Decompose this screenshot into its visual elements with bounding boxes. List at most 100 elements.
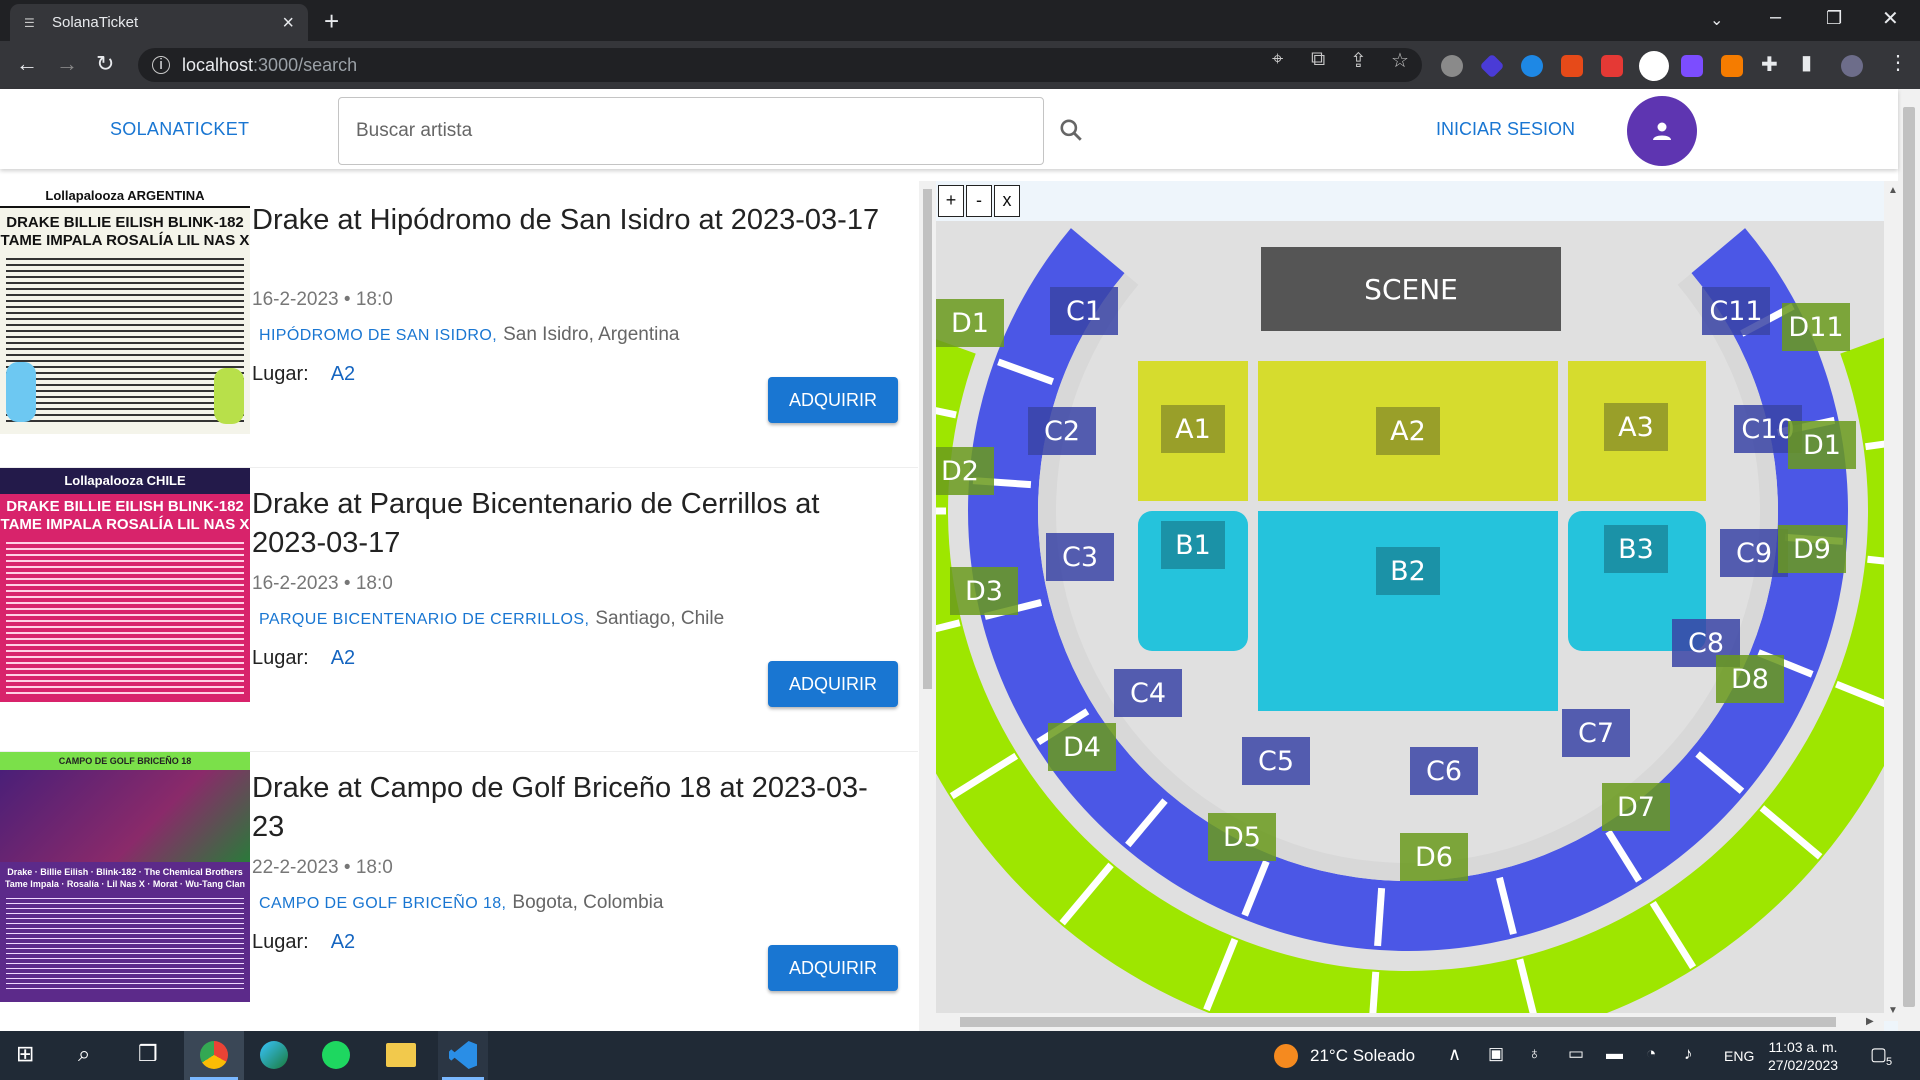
- file-explorer-icon[interactable]: [386, 1043, 416, 1067]
- label-c6[interactable]: C6: [1410, 747, 1478, 795]
- forward-icon[interactable]: →: [56, 51, 78, 77]
- site-info-icon[interactable]: i: [152, 56, 170, 74]
- zoom-in-button[interactable]: +: [938, 185, 964, 217]
- bookmark-star-icon[interactable]: ☆: [1391, 48, 1409, 73]
- restore-icon[interactable]: ❐: [1826, 8, 1842, 29]
- extension-2-icon[interactable]: [1479, 53, 1505, 79]
- label-c9[interactable]: C9: [1720, 529, 1788, 577]
- reload-icon[interactable]: ↻: [96, 51, 114, 77]
- share-icon[interactable]: ⇪: [1350, 48, 1367, 73]
- venue-map[interactable]: SCENE A1 A2 A3 B1 B2 B3 C1 C2 C3 C4 C5 C6 C7 C8 C9 C10 C…: [936, 181, 1884, 1013]
- address-bar[interactable]: i localhost:3000/search: [138, 48, 1422, 82]
- label-b3[interactable]: B3: [1604, 525, 1668, 573]
- user-avatar-button[interactable]: [1627, 96, 1697, 166]
- search-icon[interactable]: [1058, 117, 1084, 143]
- translate-icon[interactable]: ⧉: [1311, 48, 1325, 71]
- results-scrollbar[interactable]: [919, 181, 936, 1031]
- label-c5[interactable]: C5: [1242, 737, 1310, 785]
- metamask-icon[interactable]: [1721, 55, 1743, 77]
- extension-1-icon[interactable]: [1441, 55, 1463, 77]
- buy-button[interactable]: ADQUIRIR: [768, 945, 898, 991]
- scroll-up-arrow-icon[interactable]: ▲: [1888, 185, 1898, 196]
- tray-chevron-icon[interactable]: ∧: [1448, 1044, 1461, 1065]
- wifi-icon[interactable]: ◔: [1646, 1044, 1656, 1064]
- edge-icon[interactable]: [260, 1041, 288, 1069]
- extension-7-icon[interactable]: [1681, 55, 1703, 77]
- event-poster-image[interactable]: Lollapalooza CHILE DRAKE BILLIE EILISH B…: [0, 468, 250, 718]
- extension-3-icon[interactable]: [1521, 55, 1543, 77]
- event-title[interactable]: Drake at Campo de Golf Briceño 18 at 202…: [252, 769, 892, 847]
- volume-icon[interactable]: ♪: [1684, 1044, 1693, 1064]
- label-c2[interactable]: C2: [1028, 407, 1096, 455]
- label-a1[interactable]: A1: [1161, 405, 1225, 453]
- artist-search-input[interactable]: [339, 98, 1043, 164]
- chrome-taskbar-button[interactable]: [184, 1031, 244, 1080]
- window-close-icon[interactable]: ✕: [1882, 6, 1899, 31]
- login-button[interactable]: INICIAR SESION: [1436, 119, 1575, 140]
- weather-sun-icon[interactable]: [1274, 1044, 1298, 1068]
- event-venue[interactable]: HIPÓDROMO DE SAN ISIDRO,: [259, 327, 497, 344]
- page-scrollbar[interactable]: [1898, 89, 1920, 1031]
- label-b1[interactable]: B1: [1161, 521, 1225, 569]
- label-a3[interactable]: A3: [1604, 403, 1668, 451]
- label-c4[interactable]: C4: [1114, 669, 1182, 717]
- label-d7-7[interactable]: D7: [1602, 783, 1670, 831]
- buy-button[interactable]: ADQUIRIR: [768, 661, 898, 707]
- label-d6-6[interactable]: D6: [1400, 833, 1468, 881]
- reset-map-button[interactable]: x: [994, 185, 1020, 217]
- results-scrollbar-thumb[interactable]: [923, 189, 932, 689]
- label-d8-8[interactable]: D8: [1716, 655, 1784, 703]
- page-scrollbar-thumb[interactable]: [1903, 107, 1915, 1007]
- profile-icon[interactable]: [1841, 55, 1863, 77]
- new-tab-icon[interactable]: +: [324, 6, 339, 37]
- taskbar-search-icon[interactable]: ⌕: [78, 1041, 90, 1067]
- buy-button[interactable]: ADQUIRIR: [768, 377, 898, 423]
- extensions-puzzle-icon[interactable]: ✚: [1761, 52, 1778, 77]
- label-c7[interactable]: C7: [1562, 709, 1630, 757]
- display-icon[interactable]: ▭: [1568, 1044, 1584, 1064]
- label-c3[interactable]: C3: [1046, 533, 1114, 581]
- location-icon[interactable]: ⌖: [1272, 48, 1283, 71]
- label-d5-5[interactable]: D5: [1208, 813, 1276, 861]
- event-poster-image[interactable]: Lollapalooza ARGENTINA DRAKE BILLIE EILI…: [0, 184, 250, 434]
- zoom-out-button[interactable]: -: [966, 185, 992, 217]
- language-indicator[interactable]: ENG: [1724, 1048, 1754, 1064]
- label-c11[interactable]: C11: [1702, 287, 1770, 335]
- browser-menu-icon[interactable]: ⋮: [1888, 50, 1908, 75]
- scroll-right-arrow-icon[interactable]: ▶: [1866, 1016, 1874, 1027]
- label-a2[interactable]: A2: [1376, 407, 1440, 455]
- minimize-icon[interactable]: –: [1770, 6, 1781, 29]
- clock[interactable]: 11:03 a. m. 27/02/2023: [1768, 1038, 1838, 1074]
- map-horizontal-thumb[interactable]: [960, 1017, 1836, 1027]
- label-d1-1[interactable]: D1: [936, 299, 1004, 347]
- section-b2-block[interactable]: [1258, 511, 1558, 711]
- artist-search-field[interactable]: [338, 97, 1044, 165]
- spotify-icon[interactable]: [322, 1041, 350, 1069]
- event-venue[interactable]: CAMPO DE GOLF BRICEÑO 18,: [259, 895, 506, 912]
- scroll-down-arrow-icon[interactable]: ▼: [1888, 1005, 1898, 1016]
- side-panel-icon[interactable]: ▮: [1801, 50, 1812, 75]
- label-d9-9[interactable]: D9: [1778, 525, 1846, 573]
- event-poster-image[interactable]: CAMPO DE GOLF BRICEÑO 18 Drake · Billie …: [0, 752, 250, 1002]
- label-d3-3[interactable]: D3: [950, 567, 1018, 615]
- microphone-icon[interactable]: ♁: [1528, 1044, 1541, 1064]
- event-title[interactable]: Drake at Parque Bicentenario de Cerrillo…: [252, 485, 892, 563]
- weather-text[interactable]: 21°C Soleado: [1310, 1046, 1415, 1066]
- browser-tab[interactable]: ☰ SolanaTicket ×: [10, 4, 308, 41]
- windows-start-icon[interactable]: ⊞: [16, 1041, 34, 1067]
- battery-icon[interactable]: ▬: [1606, 1044, 1623, 1064]
- tab-search-icon[interactable]: ⌄: [1710, 10, 1723, 30]
- vscode-taskbar-button[interactable]: [438, 1031, 488, 1080]
- brand-link[interactable]: SOLANATICKET: [110, 119, 249, 140]
- tab-close-icon[interactable]: ×: [282, 13, 294, 33]
- tray-app-icon[interactable]: ▣: [1488, 1044, 1504, 1064]
- label-b2[interactable]: B2: [1376, 547, 1440, 595]
- label-d1-10[interactable]: D1: [1788, 421, 1856, 469]
- back-icon[interactable]: ←: [16, 51, 38, 77]
- label-c1[interactable]: C1: [1050, 287, 1118, 335]
- label-d4-4[interactable]: D4: [1048, 723, 1116, 771]
- map-horizontal-scrollbar[interactable]: ▶: [936, 1013, 1884, 1031]
- extension-6-icon[interactable]: [1639, 51, 1669, 81]
- notifications-icon[interactable]: ▢: [1870, 1044, 1887, 1065]
- event-venue[interactable]: PARQUE BICENTENARIO DE CERRILLOS,: [259, 611, 589, 628]
